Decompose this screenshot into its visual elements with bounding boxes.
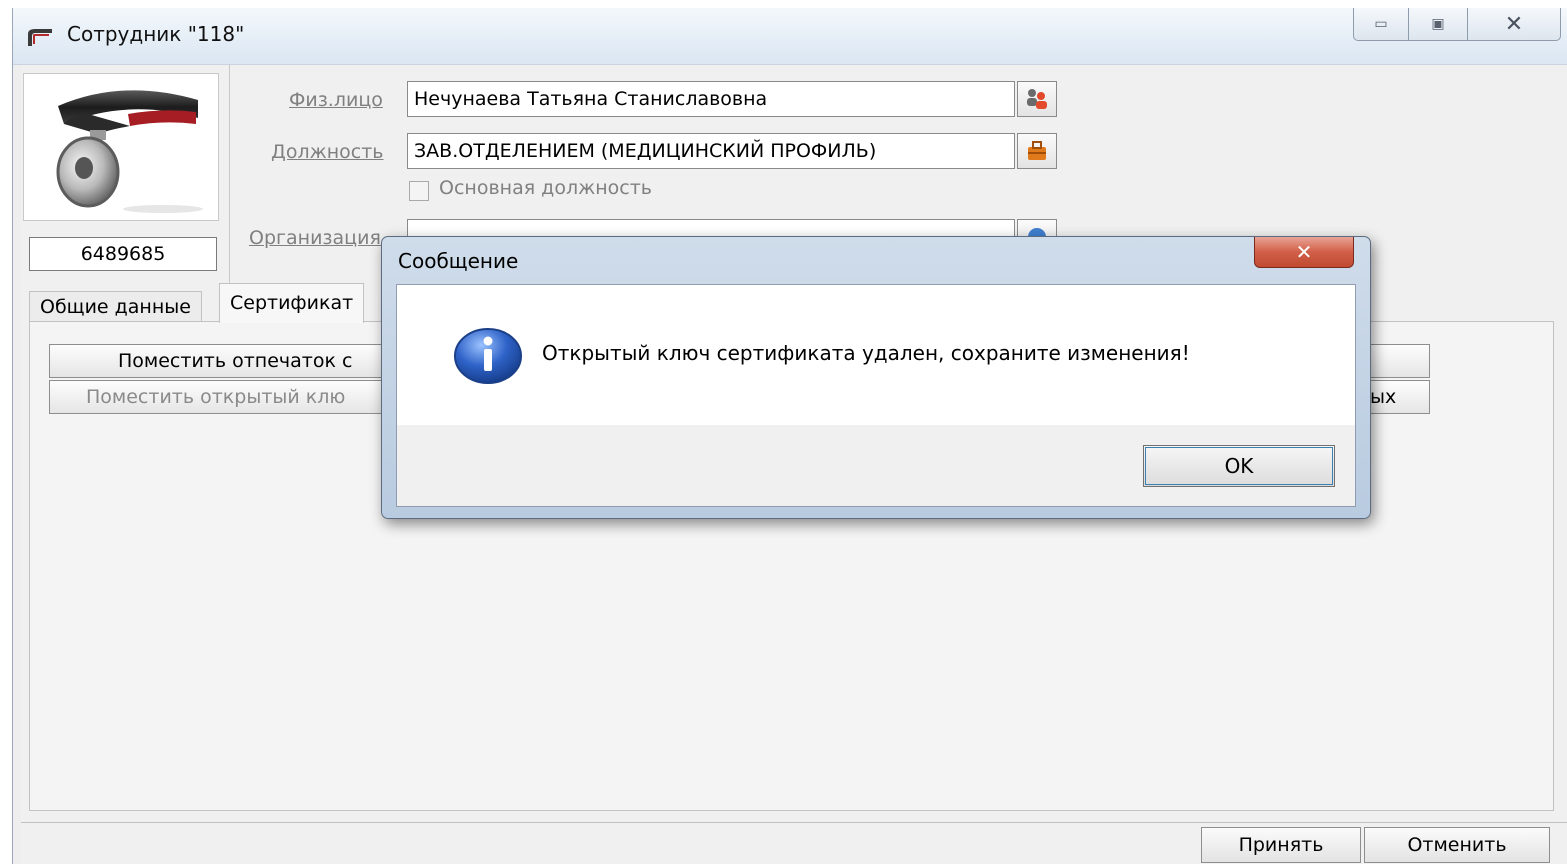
tab-certificate[interactable]: Сертификат [219,283,365,323]
organization-link[interactable]: Организация [249,227,381,249]
close-icon: ✕ [1295,240,1313,264]
position-input[interactable]: ЗАВ.ОТДЕЛЕНИЕМ (МЕДИЦИНСКИЙ ПРОФИЛЬ) [407,133,1015,169]
dialog-close-button[interactable]: ✕ [1254,237,1354,268]
dialog-body: Открытый ключ сертификата удален, сохран… [396,284,1356,507]
app-logo-icon [28,29,52,46]
employee-id-field[interactable]: 6489685 [29,237,217,271]
dialog-message-area: Открытый ключ сертификата удален, сохран… [397,285,1355,425]
briefcase-icon [1028,141,1046,160]
person-input[interactable]: Нечунаева Татьяна Станиславовна [407,81,1015,117]
ok-button[interactable]: OK [1143,445,1335,487]
maximize-icon: ▣ [1431,16,1445,32]
window-title: Сотрудник "118" [67,22,245,46]
employee-photo[interactable] [23,73,219,221]
head-mirror-icon [56,90,203,213]
message-dialog: Сообщение ✕ Открытый ключ сертификата уд… [381,236,1371,519]
dialog-message: Открытый ключ сертификата удален, сохран… [542,341,1190,365]
main-position-checkbox[interactable] [409,181,429,201]
place-public-key-label: Поместить открытый клю [86,386,346,408]
position-link[interactable]: Должность [271,141,384,163]
header-divider [229,65,230,285]
minimize-icon: ▭ [1374,16,1388,32]
window-titlebar[interactable]: Сотрудник "118" ▭ ▣ ✕ [13,8,1567,65]
tab-general-data[interactable]: Общие данные [29,291,202,323]
dialog-title: Сообщение [398,249,519,273]
people-icon [1027,89,1047,109]
person-link[interactable]: Физ.лицо [289,89,383,111]
main-position-label: Основная должность [439,177,652,199]
accept-button[interactable]: Принять [1201,827,1361,863]
maximize-button[interactable]: ▣ [1408,8,1468,41]
person-select-button[interactable] [1017,81,1057,117]
footer-divider [21,822,1567,823]
minimize-button[interactable]: ▭ [1353,8,1409,41]
close-window-button[interactable]: ✕ [1467,8,1561,41]
position-select-button[interactable] [1017,133,1057,169]
right-button-fragment: ых [1370,386,1397,408]
info-icon [454,328,522,384]
place-fingerprint-label: Поместить отпечаток с [118,350,353,372]
close-icon: ✕ [1504,11,1524,37]
cancel-button[interactable]: Отменить [1364,827,1550,863]
